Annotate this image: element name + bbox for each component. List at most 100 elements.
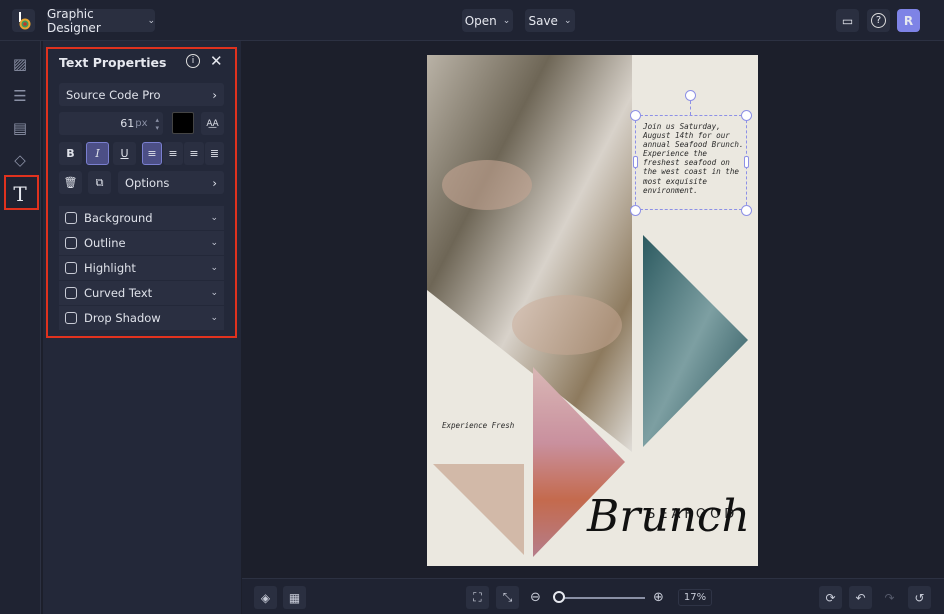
letter-spacing-button[interactable]: A͟A bbox=[201, 112, 224, 135]
shrink-button[interactable]: ⤡ bbox=[496, 586, 519, 609]
image-icon[interactable]: ▨ bbox=[9, 53, 31, 75]
tan-triangle bbox=[433, 464, 524, 555]
zoom-in-icon[interactable]: ⊕ bbox=[653, 590, 664, 605]
align-center-button[interactable]: ≡ bbox=[163, 142, 183, 165]
help-button[interactable]: ? bbox=[867, 9, 890, 32]
align-center-icon: ≡ bbox=[168, 147, 178, 160]
justify-button[interactable]: ≣ bbox=[205, 142, 224, 165]
chevron-down-icon: ⌄ bbox=[210, 213, 218, 223]
drop-shadow-section[interactable]: Drop Shadow ⌄ bbox=[59, 306, 224, 330]
oyster-photo bbox=[427, 55, 632, 452]
resize-handle-br[interactable] bbox=[741, 205, 752, 216]
chevron-down-icon: ⌄ bbox=[502, 15, 511, 26]
layers-button[interactable]: ◈ bbox=[254, 586, 277, 609]
zoom-level[interactable]: 17% bbox=[678, 589, 712, 606]
chevron-down-icon: ⌄ bbox=[210, 288, 218, 298]
resize-handle-left[interactable] bbox=[633, 156, 638, 168]
resize-handle-right[interactable] bbox=[744, 156, 749, 168]
curved-text-checkbox[interactable] bbox=[65, 287, 77, 299]
layout-icon[interactable]: ▤ bbox=[9, 117, 31, 139]
delete-button[interactable]: 🗑 bbox=[59, 171, 82, 194]
background-checkbox[interactable] bbox=[65, 212, 77, 224]
shapes-icon[interactable]: ◇ bbox=[9, 149, 31, 171]
align-left-icon: ≡ bbox=[147, 147, 157, 160]
options-label: Options bbox=[125, 175, 170, 190]
history-button[interactable]: ↺ bbox=[908, 586, 931, 609]
body-text[interactable]: Join us Saturday, August 14th for our an… bbox=[636, 116, 746, 195]
drop-shadow-checkbox[interactable] bbox=[65, 312, 77, 324]
resize-handle-tr[interactable] bbox=[741, 110, 752, 121]
poster[interactable]: Experience Fresh SEAFOOD Brunch Join us … bbox=[427, 55, 758, 566]
section-label: Curved Text bbox=[84, 286, 153, 300]
chevron-down-icon: ⌄ bbox=[210, 263, 218, 273]
duplicate-icon: ⧉ bbox=[95, 175, 104, 189]
refresh-button[interactable]: ⟳ bbox=[819, 586, 842, 609]
bold-button[interactable]: B bbox=[59, 142, 82, 165]
text-color-swatch[interactable] bbox=[172, 112, 194, 134]
align-right-icon: ≡ bbox=[189, 147, 199, 160]
close-icon[interactable]: ✕ bbox=[210, 52, 223, 70]
shrink-icon: ⤡ bbox=[502, 590, 513, 604]
mode-dropdown[interactable]: Graphic Designer ⌄ bbox=[47, 7, 155, 35]
stepper-icon[interactable]: ▴ ▾ bbox=[155, 116, 159, 132]
highlight-checkbox[interactable] bbox=[65, 262, 77, 274]
title-script[interactable]: Brunch bbox=[587, 491, 750, 542]
bottom-bar: ◈ ▦ ⛶ ⤡ ⊖ ⊕ 17% ⟳ ↶ ↷ ↺ bbox=[242, 578, 944, 614]
grid-button[interactable]: ▦ bbox=[283, 586, 306, 609]
comments-button[interactable]: ▭ bbox=[836, 9, 859, 32]
undo-icon: ↶ bbox=[855, 590, 866, 605]
letter-spacing-icon: A͟A bbox=[206, 118, 219, 129]
font-size-value: 61 bbox=[120, 117, 135, 130]
resize-handle-tl[interactable] bbox=[630, 110, 641, 121]
redo-button[interactable]: ↷ bbox=[878, 586, 901, 609]
info-icon[interactable]: i bbox=[186, 54, 200, 68]
curved-text-section[interactable]: Curved Text ⌄ bbox=[59, 281, 224, 305]
open-label: Open bbox=[464, 13, 497, 28]
underline-button[interactable]: U bbox=[113, 142, 136, 165]
justify-icon: ≣ bbox=[209, 147, 220, 160]
font-size-input[interactable]: 61 px ▴ ▾ bbox=[59, 112, 163, 135]
avatar[interactable]: R bbox=[897, 9, 920, 32]
zoom-slider[interactable] bbox=[560, 597, 645, 599]
duplicate-button[interactable]: ⧉ bbox=[88, 171, 111, 194]
avatar-initial: R bbox=[903, 13, 914, 28]
text-selection-box[interactable]: Join us Saturday, August 14th for our an… bbox=[635, 115, 747, 210]
resize-handle-bl[interactable] bbox=[630, 205, 641, 216]
panel-title: Text Properties bbox=[59, 55, 167, 70]
refresh-icon: ⟳ bbox=[825, 590, 836, 605]
trash-icon: 🗑 bbox=[63, 176, 78, 189]
highlight-section[interactable]: Highlight ⌄ bbox=[59, 256, 224, 280]
align-right-button[interactable]: ≡ bbox=[184, 142, 204, 165]
help-icon: ? bbox=[871, 13, 886, 28]
app-logo[interactable] bbox=[12, 9, 35, 32]
section-label: Drop Shadow bbox=[84, 311, 161, 325]
adjustments-icon[interactable]: ☰ bbox=[9, 85, 31, 107]
fit-screen-button[interactable]: ⛶ bbox=[466, 586, 489, 609]
section-label: Background bbox=[84, 211, 153, 225]
outline-section[interactable]: Outline ⌄ bbox=[59, 231, 224, 255]
chevron-down-icon: ⌄ bbox=[210, 238, 218, 248]
chevron-down-icon: ⌄ bbox=[147, 15, 155, 26]
save-label: Save bbox=[528, 13, 558, 28]
font-name: Source Code Pro bbox=[66, 87, 161, 102]
font-selector[interactable]: Source Code Pro › bbox=[59, 83, 224, 106]
grid-icon: ▦ bbox=[288, 590, 301, 605]
expand-icon: ⛶ bbox=[473, 590, 482, 604]
italic-button[interactable]: I bbox=[86, 142, 109, 165]
save-button[interactable]: Save ⌄ bbox=[525, 9, 575, 32]
open-button[interactable]: Open ⌄ bbox=[462, 9, 513, 32]
bold-icon: B bbox=[66, 147, 75, 160]
chevron-down-icon: ⌄ bbox=[210, 313, 218, 323]
chevron-down-icon: ⌄ bbox=[563, 15, 572, 26]
zoom-out-icon[interactable]: ⊖ bbox=[530, 590, 541, 605]
tagline-text[interactable]: Experience Fresh bbox=[442, 421, 514, 430]
outline-checkbox[interactable] bbox=[65, 237, 77, 249]
undo-button[interactable]: ↶ bbox=[849, 586, 872, 609]
options-button[interactable]: Options › bbox=[118, 171, 224, 194]
layers-icon: ◈ bbox=[260, 590, 271, 605]
align-left-button[interactable]: ≡ bbox=[142, 142, 162, 165]
rotate-handle[interactable] bbox=[685, 90, 696, 101]
chevron-right-icon: › bbox=[212, 175, 217, 190]
background-section[interactable]: Background ⌄ bbox=[59, 206, 224, 230]
zoom-slider-handle[interactable] bbox=[553, 591, 565, 603]
